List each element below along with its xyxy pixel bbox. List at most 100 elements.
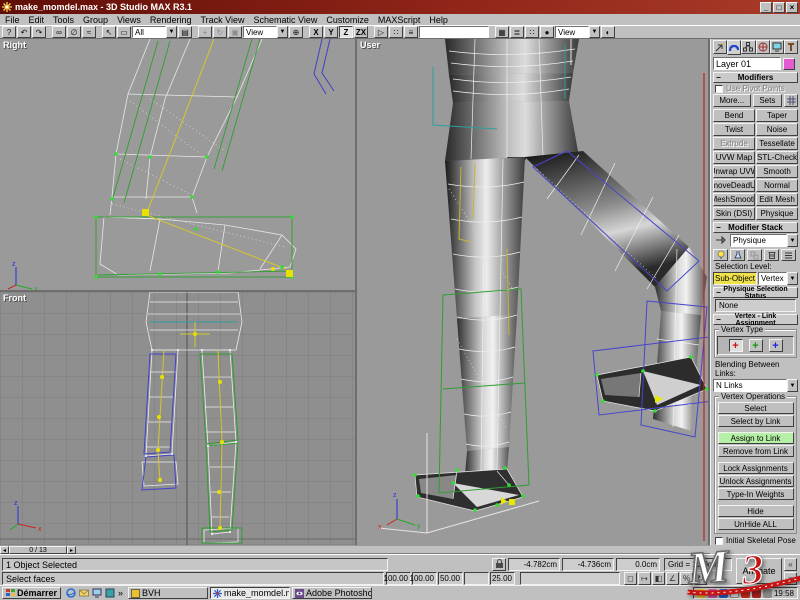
modifier-stack-dropdown[interactable]: Physique ▼: [730, 234, 798, 247]
rollout-physique-status[interactable]: − Physique Selection Status: [713, 286, 798, 300]
time-tag-field[interactable]: [520, 572, 620, 585]
edit-stack-icon[interactable]: [781, 249, 796, 261]
tab-motion[interactable]: [755, 40, 770, 54]
crossing-selection-icon[interactable]: ↦: [638, 572, 651, 585]
taskbar-window-photoshop[interactable]: Adobe Photoshop: [292, 587, 373, 599]
blending-dropdown[interactable]: N Links ▼: [713, 379, 798, 392]
tab-utilities[interactable]: [783, 40, 799, 54]
start-button[interactable]: Démarrer: [2, 587, 62, 599]
modifier-extrude-button[interactable]: Extrude: [713, 137, 755, 150]
modifier-bend-button[interactable]: Bend: [713, 109, 755, 122]
frame-back-icon[interactable]: ◂: [0, 546, 9, 554]
selection-region-icon[interactable]: ▭: [117, 26, 131, 38]
tray-messenger-icon[interactable]: [707, 588, 717, 598]
numeric-field-1[interactable]: 100.00: [384, 572, 411, 585]
time-slider[interactable]: ◂ 0 / 13 ▸: [0, 545, 710, 554]
percent-snap-icon[interactable]: %: [680, 572, 693, 585]
rollout-modifier-stack[interactable]: − Modifier Stack: [713, 222, 798, 233]
chevron-down-icon[interactable]: ▼: [589, 26, 600, 38]
reference-coordinate-dropdown[interactable]: View ▼: [243, 26, 288, 38]
rollout-vertex-link[interactable]: − Vertex - Link Assignment: [713, 313, 798, 327]
modifier-smooth-button[interactable]: Smooth: [756, 165, 798, 178]
menu-file[interactable]: File: [5, 15, 20, 25]
material-editor-icon[interactable]: ∷: [525, 26, 539, 38]
hide-button[interactable]: Hide: [717, 505, 794, 517]
chevron-down-icon[interactable]: ▼: [277, 26, 288, 38]
render-scene-icon[interactable]: ●: [540, 26, 554, 38]
named-selection-sets-input[interactable]: [419, 26, 489, 38]
rollout-modifiers[interactable]: − Modifiers: [713, 72, 798, 83]
select-and-link-icon[interactable]: ∞: [52, 26, 66, 38]
remove-from-link-button[interactable]: Remove from Link: [717, 445, 794, 457]
coordinate-x-field[interactable]: -4.782cm: [508, 558, 560, 571]
restrict-z-button[interactable]: Z: [339, 26, 353, 38]
viewport-user[interactable]: User z y x: [357, 39, 708, 545]
show-desktop-icon[interactable]: [92, 588, 102, 598]
numeric-field-2[interactable]: 100.00: [410, 572, 437, 585]
vertex-type-root-button[interactable]: +: [768, 339, 783, 352]
initial-skeletal-pose-checkbox[interactable]: Initial Skeletal Pose: [715, 536, 796, 545]
modifier-noise-button[interactable]: Noise: [756, 123, 798, 136]
selection-filter-dropdown[interactable]: All ▼: [132, 26, 177, 38]
tray-scheduler-icon[interactable]: [729, 588, 739, 598]
unlink-selection-icon[interactable]: ∅: [67, 26, 81, 38]
modifier-uvw-map-button[interactable]: UVW Map: [713, 151, 755, 164]
spinner-snap-icon[interactable]: ↻: [694, 572, 707, 585]
close-icon[interactable]: ×: [786, 1, 798, 13]
menu-edit[interactable]: Edit: [29, 15, 45, 25]
channels-icon[interactable]: [105, 588, 115, 598]
unlock-assignments-button[interactable]: Unlock Assignments: [717, 475, 794, 487]
menu-rendering[interactable]: Rendering: [150, 15, 192, 25]
modifier-normal-button[interactable]: Normal: [756, 179, 798, 192]
bind-to-spacewarp-icon[interactable]: ≈: [82, 26, 96, 38]
chevron-down-icon[interactable]: ▼: [787, 234, 798, 247]
menu-group[interactable]: Group: [83, 15, 108, 25]
restrict-zx-button[interactable]: ZX: [354, 26, 368, 38]
modifier-physique-button[interactable]: Physique: [756, 207, 798, 220]
select-button[interactable]: Select: [717, 402, 794, 414]
chevron-down-icon[interactable]: ▼: [787, 272, 798, 285]
modifier-tessellate-button[interactable]: Tessellate: [756, 137, 798, 150]
animate-button[interactable]: Animate: [736, 558, 782, 584]
lock-assignments-button[interactable]: Lock Assignments: [717, 462, 794, 474]
menu-views[interactable]: Views: [117, 15, 141, 25]
menu-tools[interactable]: Tools: [53, 15, 74, 25]
show-end-result-icon[interactable]: [730, 249, 745, 261]
selection-level-dropdown[interactable]: Vertex ▼: [758, 272, 798, 285]
menu-help[interactable]: Help: [429, 15, 448, 25]
configure-button-sets-icon[interactable]: [784, 94, 798, 107]
menu-track-view[interactable]: Track View: [200, 15, 244, 25]
active-toggle-icon[interactable]: [713, 249, 728, 261]
modifier-unwrap-uvw-button[interactable]: Unwrap UVW: [713, 165, 755, 178]
select-object-icon[interactable]: ↖: [102, 26, 116, 38]
modifier-edit-mesh-button[interactable]: Edit Mesh: [756, 193, 798, 206]
layer-name-input[interactable]: [713, 57, 781, 70]
mirror-icon[interactable]: ▷: [374, 26, 388, 38]
numeric-field-3[interactable]: 50.00: [438, 572, 463, 585]
menu-customize[interactable]: Customize: [326, 15, 369, 25]
modifier-taper-button[interactable]: Taper: [756, 109, 798, 122]
tray-antivirus-icon[interactable]: [740, 588, 750, 598]
make-unique-icon[interactable]: [747, 249, 762, 261]
quick-launch-overflow-icon[interactable]: »: [118, 588, 123, 598]
restrict-y-button[interactable]: Y: [324, 26, 338, 38]
internet-explorer-icon[interactable]: [66, 588, 76, 598]
taskbar-window-bvh[interactable]: BVH: [128, 587, 209, 599]
tab-display[interactable]: [769, 40, 784, 54]
viewport-right[interactable]: Right z y: [0, 39, 355, 290]
minimize-icon[interactable]: _: [760, 1, 772, 13]
frame-forward-icon[interactable]: ▸: [67, 546, 76, 554]
sub-object-button[interactable]: Sub-Object: [713, 272, 757, 285]
menu-schematic-view[interactable]: Schematic View: [253, 15, 317, 25]
degradation-override-icon[interactable]: ◻: [624, 572, 637, 585]
title-bar[interactable]: make_momdel.max - 3D Studio MAX R3.1 _ □…: [0, 0, 800, 14]
vertex-type-deformable-button[interactable]: +: [728, 339, 743, 352]
chevron-down-icon[interactable]: ▼: [787, 379, 798, 392]
modifier-stl-check-button[interactable]: STL-Check: [756, 151, 798, 164]
modifier-twist-button[interactable]: Twist: [713, 123, 755, 136]
undo-icon[interactable]: ↶: [17, 26, 31, 38]
maximize-icon[interactable]: □: [773, 1, 785, 13]
tab-create[interactable]: [713, 40, 728, 54]
lock-selection-icon[interactable]: [492, 558, 506, 571]
select-by-link-button[interactable]: Select by Link: [717, 415, 794, 427]
